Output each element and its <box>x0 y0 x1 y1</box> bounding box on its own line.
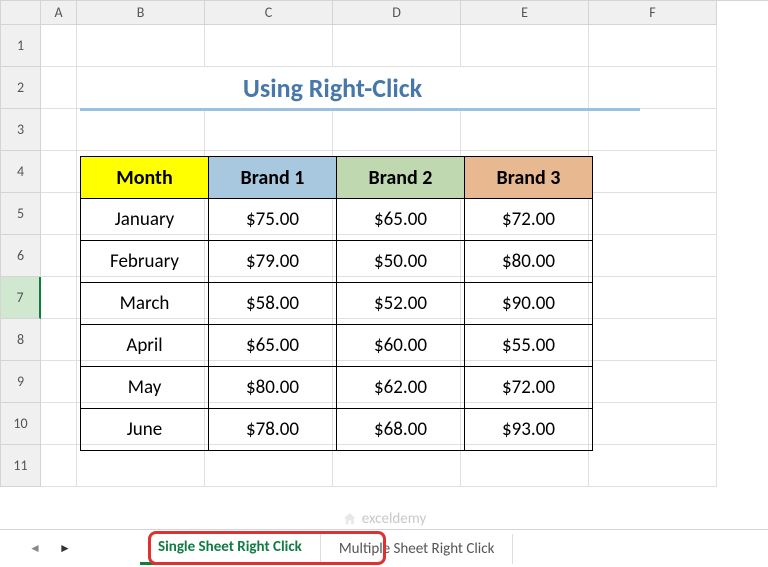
header-month[interactable]: Month <box>81 157 209 199</box>
cell-month[interactable]: March <box>81 283 209 325</box>
watermark: exceldemy <box>342 510 426 528</box>
cell[interactable] <box>589 361 717 403</box>
cell-value[interactable]: $68.00 <box>337 409 465 451</box>
cell-value[interactable]: $72.00 <box>465 199 593 241</box>
cell-value[interactable]: $58.00 <box>209 283 337 325</box>
cell-value[interactable]: $78.00 <box>209 409 337 451</box>
row-header-5[interactable]: 5 <box>1 193 41 235</box>
col-header-B[interactable]: B <box>77 1 205 25</box>
sheet-tabs-bar: ◄ ► Single Sheet Right Click Multiple Sh… <box>0 529 768 567</box>
cell[interactable] <box>205 445 333 487</box>
col-header-C[interactable]: C <box>205 1 333 25</box>
cell[interactable] <box>461 445 589 487</box>
cell-value[interactable]: $79.00 <box>209 241 337 283</box>
cell[interactable] <box>589 445 717 487</box>
cell[interactable] <box>41 193 77 235</box>
cell[interactable] <box>77 445 205 487</box>
header-brand1[interactable]: Brand 1 <box>209 157 337 199</box>
header-brand3[interactable]: Brand 3 <box>465 157 593 199</box>
row-header-9[interactable]: 9 <box>1 361 41 403</box>
row-header-8[interactable]: 8 <box>1 319 41 361</box>
cell[interactable] <box>333 109 461 151</box>
cell[interactable] <box>589 193 717 235</box>
cell[interactable] <box>589 109 717 151</box>
cell[interactable] <box>77 109 205 151</box>
cell-value[interactable]: $62.00 <box>337 367 465 409</box>
table-row: April$65.00$60.00$55.00 <box>81 325 593 367</box>
cell-month[interactable]: May <box>81 367 209 409</box>
house-icon <box>342 511 358 527</box>
select-all-corner[interactable] <box>1 1 41 25</box>
cell[interactable] <box>41 67 77 109</box>
cell[interactable] <box>589 235 717 277</box>
cell[interactable] <box>41 277 77 319</box>
cell[interactable] <box>41 109 77 151</box>
cell[interactable] <box>41 235 77 277</box>
col-header-E[interactable]: E <box>461 1 589 25</box>
cell[interactable] <box>589 319 717 361</box>
table-row: March$58.00$52.00$90.00 <box>81 283 593 325</box>
cell[interactable] <box>77 25 205 67</box>
title-cell[interactable]: Using Right-Click <box>77 67 589 109</box>
row-header-10[interactable]: 10 <box>1 403 41 445</box>
cell-value[interactable]: $52.00 <box>337 283 465 325</box>
cell[interactable] <box>205 25 333 67</box>
row-header-7[interactable]: 7 <box>1 277 41 319</box>
col-header-D[interactable]: D <box>333 1 461 25</box>
cell[interactable] <box>333 445 461 487</box>
cell-value[interactable]: $65.00 <box>209 325 337 367</box>
data-table: Month Brand 1 Brand 2 Brand 3 January$75… <box>80 156 593 451</box>
cell-value[interactable]: $60.00 <box>337 325 465 367</box>
row-header-2[interactable]: 2 <box>1 67 41 109</box>
cell[interactable] <box>205 109 333 151</box>
cell-value[interactable]: $50.00 <box>337 241 465 283</box>
tab-multiple-sheet[interactable]: Multiple Sheet Right Click <box>321 534 514 564</box>
cell-month[interactable]: February <box>81 241 209 283</box>
tab-nav-next-icon[interactable]: ► <box>56 540 74 558</box>
row-header-1[interactable]: 1 <box>1 25 41 67</box>
cell-month[interactable]: April <box>81 325 209 367</box>
col-header-A[interactable]: A <box>41 1 77 25</box>
cell[interactable] <box>333 25 461 67</box>
cell[interactable] <box>589 403 717 445</box>
cell-month[interactable]: June <box>81 409 209 451</box>
cell-value[interactable]: $80.00 <box>209 367 337 409</box>
row-header-6[interactable]: 6 <box>1 235 41 277</box>
tab-single-sheet[interactable]: Single Sheet Right Click <box>140 532 321 565</box>
cell[interactable] <box>589 277 717 319</box>
cell-value[interactable]: $93.00 <box>465 409 593 451</box>
cell[interactable] <box>461 25 589 67</box>
table-row: January$75.00$65.00$72.00 <box>81 199 593 241</box>
table-row: May$80.00$62.00$72.00 <box>81 367 593 409</box>
watermark-text: exceldemy <box>362 510 426 528</box>
header-brand2[interactable]: Brand 2 <box>337 157 465 199</box>
cell[interactable] <box>41 361 77 403</box>
row-header-3[interactable]: 3 <box>1 109 41 151</box>
row-header-4[interactable]: 4 <box>1 151 41 193</box>
cell-value[interactable]: $75.00 <box>209 199 337 241</box>
cell-value[interactable]: $80.00 <box>465 241 593 283</box>
cell-value[interactable]: $90.00 <box>465 283 593 325</box>
cell[interactable] <box>461 109 589 151</box>
cell[interactable] <box>41 25 77 67</box>
cell[interactable] <box>41 319 77 361</box>
cell-month[interactable]: January <box>81 199 209 241</box>
cell[interactable] <box>41 445 77 487</box>
cell[interactable] <box>41 403 77 445</box>
table-row: February$79.00$50.00$80.00 <box>81 241 593 283</box>
cell[interactable] <box>41 151 77 193</box>
cell-value[interactable]: $55.00 <box>465 325 593 367</box>
cell-value[interactable]: $72.00 <box>465 367 593 409</box>
row-header-11[interactable]: 11 <box>1 445 41 487</box>
cell[interactable] <box>589 25 717 67</box>
cell-value[interactable]: $65.00 <box>337 199 465 241</box>
tab-nav-prev-icon[interactable]: ◄ <box>26 540 44 558</box>
col-header-F[interactable]: F <box>589 1 717 25</box>
cell[interactable] <box>589 67 717 109</box>
table-row: June$78.00$68.00$93.00 <box>81 409 593 451</box>
title-underline <box>80 108 640 111</box>
cell[interactable] <box>589 151 717 193</box>
